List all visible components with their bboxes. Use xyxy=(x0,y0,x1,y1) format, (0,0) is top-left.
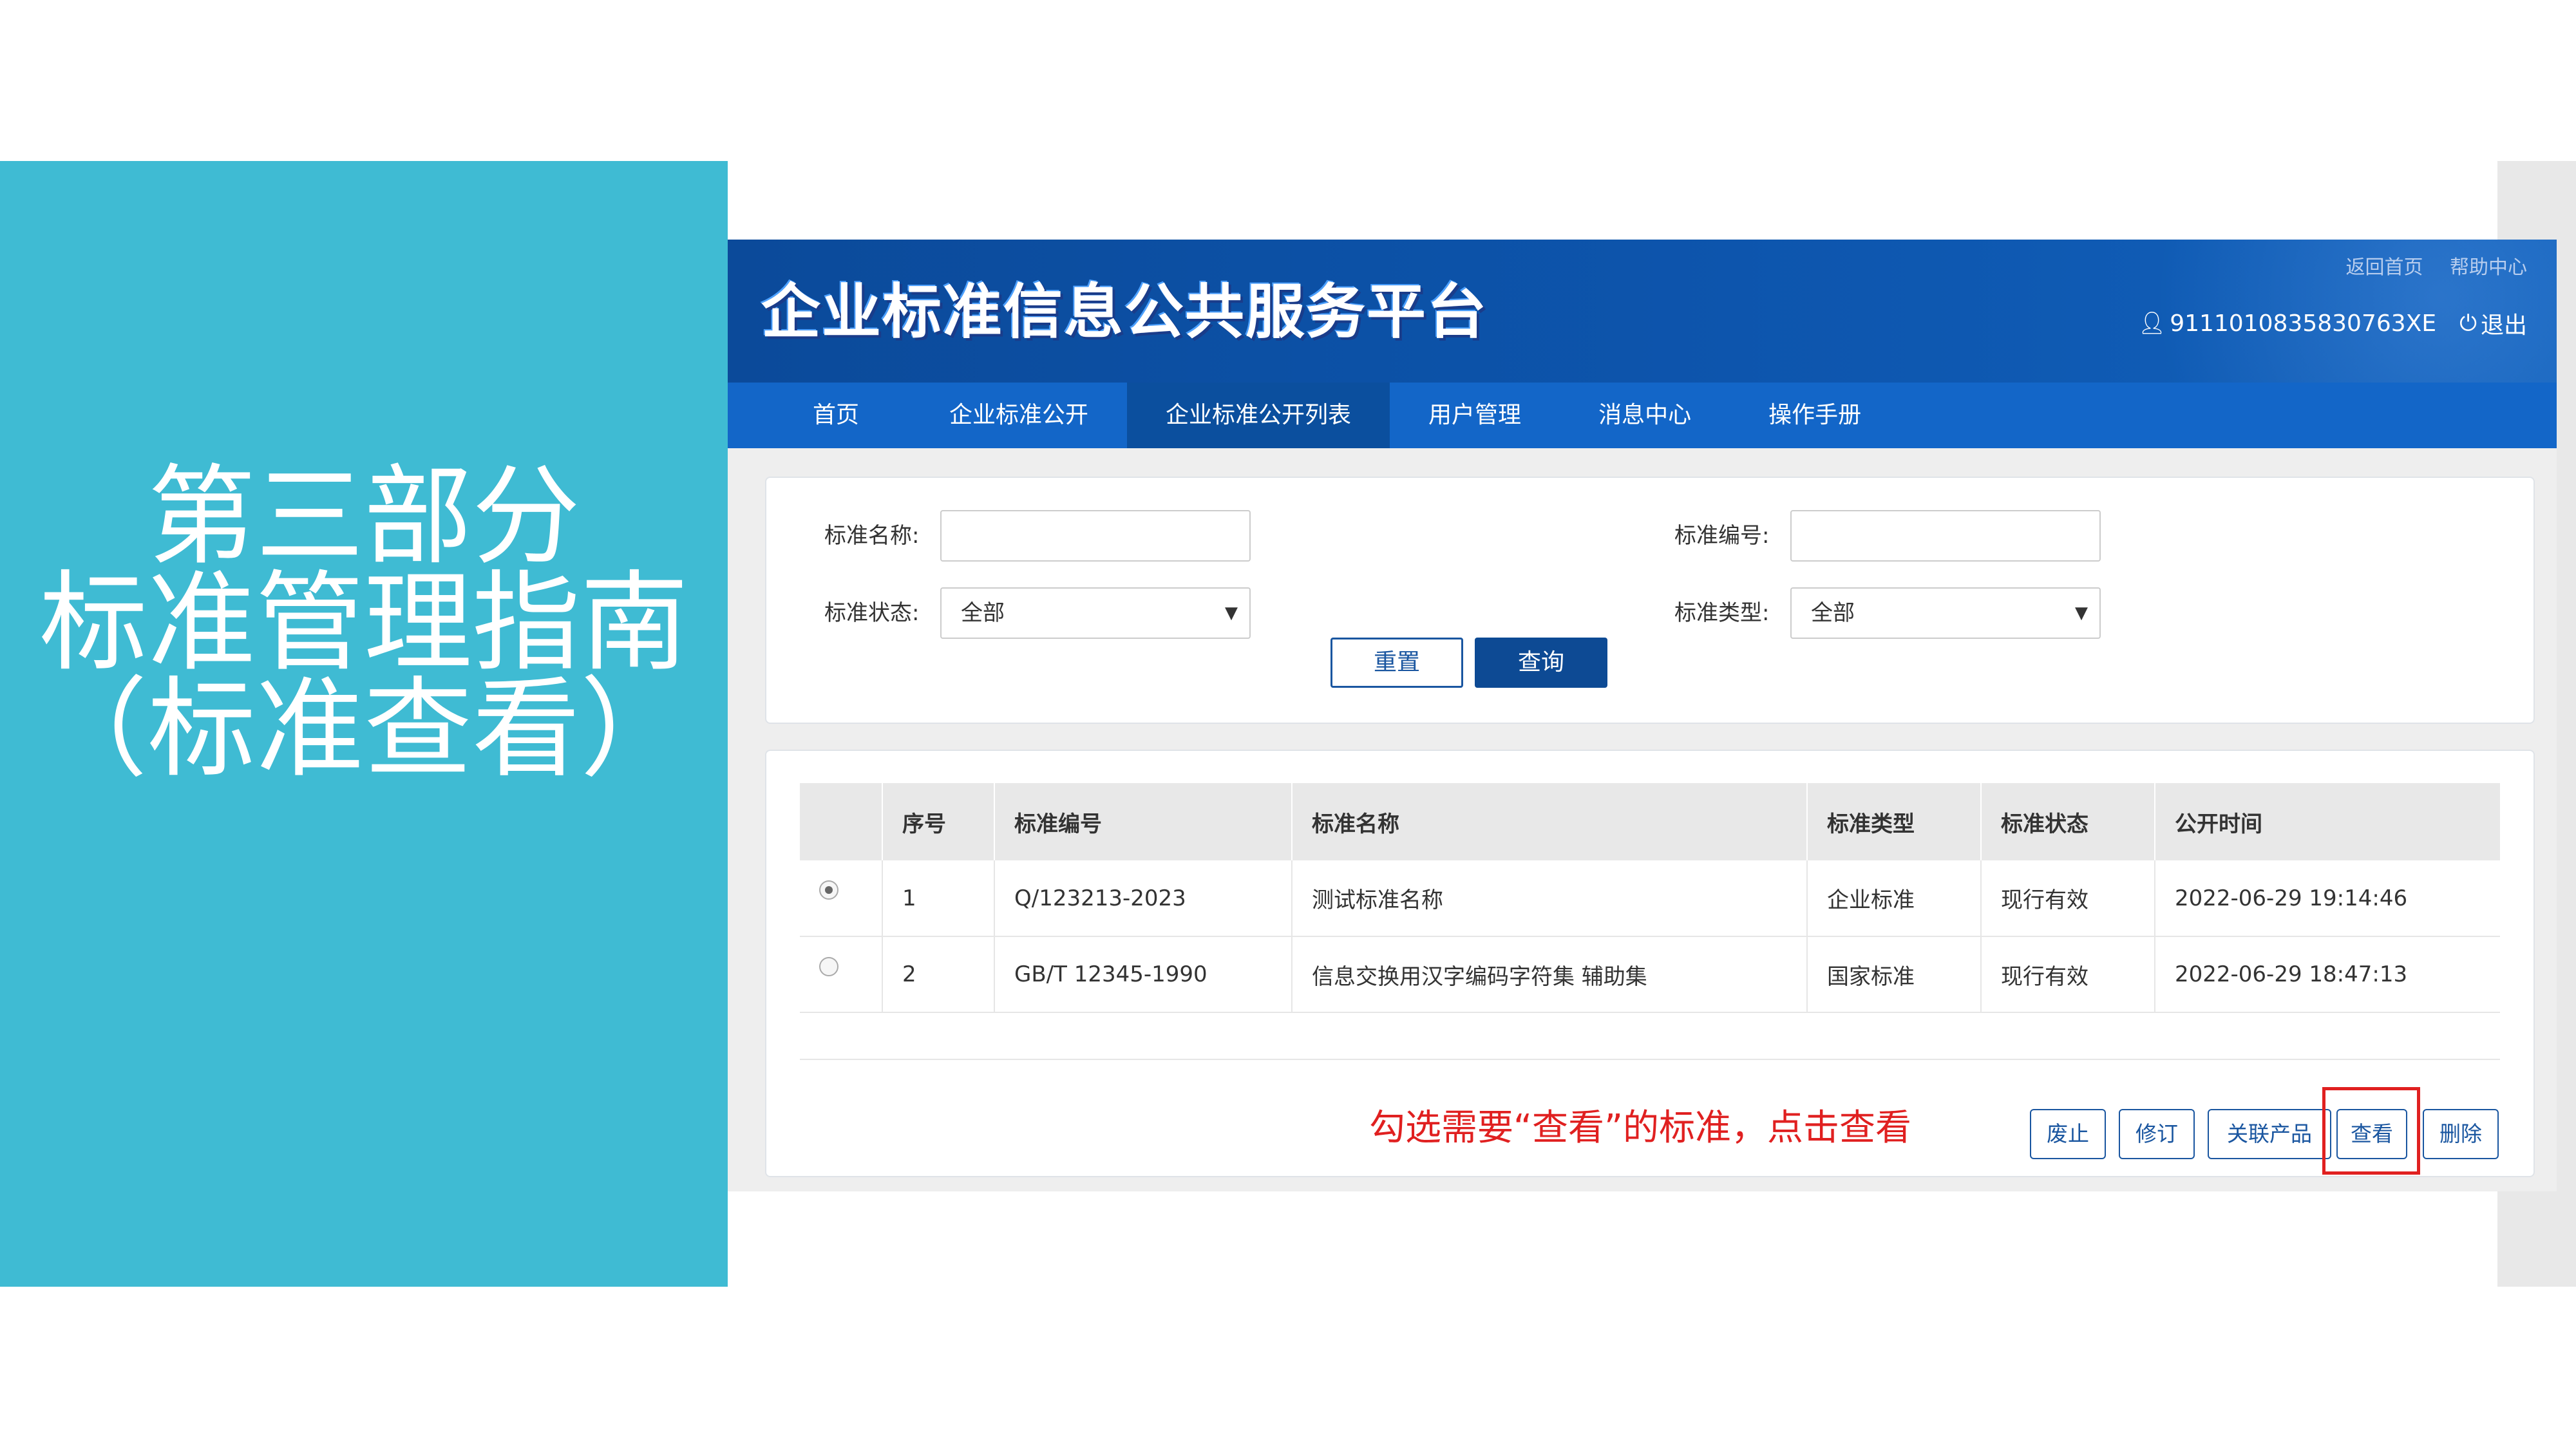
nav-home[interactable]: 首页 xyxy=(728,383,911,448)
result-panel: 序号 标准编号 标准名称 标准类型 标准状态 公开时间 1 Q/123213-2… xyxy=(765,750,2535,1177)
table-header-type: 标准类型 xyxy=(1807,783,1982,860)
instruction-text: 勾选需要“查看”的标准，点击查看 xyxy=(1369,1107,1912,1149)
home-link[interactable]: 返回首页 xyxy=(2345,256,2423,279)
slide-title-line-3: （标准查看） xyxy=(39,666,688,792)
standard-status-select[interactable]: 全部 ▼ xyxy=(940,587,1251,639)
row-type: 企业标准 xyxy=(1807,860,1982,937)
table-row[interactable]: 1 Q/123213-2023 测试标准名称 企业标准 现行有效 2022-06… xyxy=(800,860,2500,937)
chevron-down-icon: ▼ xyxy=(2075,603,2088,623)
user-id: 9111010835830763XE xyxy=(2170,310,2437,337)
table-header-name: 标准名称 xyxy=(1292,783,1808,860)
nav-disclosure-list[interactable]: 企业标准公开列表 xyxy=(1127,383,1390,448)
nav-message-center[interactable]: 消息中心 xyxy=(1560,383,1730,448)
user-info: 👤︎ 9111010835830763XE ⏻ 退出 xyxy=(2138,307,2527,340)
nav-user-management[interactable]: 用户管理 xyxy=(1390,383,1560,448)
nav-manual[interactable]: 操作手册 xyxy=(1730,383,1900,448)
row-code: GB/T 12345-1990 xyxy=(994,936,1293,1013)
row-index: 1 xyxy=(882,860,995,937)
row-index: 2 xyxy=(882,936,995,1013)
row-status: 现行有效 xyxy=(1981,936,2155,1013)
table-header-index: 序号 xyxy=(882,783,995,860)
row-name: 信息交换用汉字编码字符集 辅助集 xyxy=(1292,936,1808,1013)
chevron-down-icon: ▼ xyxy=(1225,603,1238,623)
row-code: Q/123213-2023 xyxy=(994,860,1293,937)
row-status: 现行有效 xyxy=(1981,860,2155,937)
standard-name-label: 标准名称: xyxy=(824,523,920,549)
related-products-button[interactable]: 关联产品 xyxy=(2208,1109,2331,1159)
standard-type-label: 标准类型: xyxy=(1674,600,1770,626)
view-button-highlight xyxy=(2322,1087,2420,1175)
help-link[interactable]: 帮助中心 xyxy=(2450,256,2527,279)
row-time: 2022-06-29 19:14:46 xyxy=(2155,860,2500,937)
main-nav: 首页 企业标准公开 企业标准公开列表 用户管理 消息中心 操作手册 xyxy=(728,383,2557,448)
slide-title-line-2: 标准管理指南 xyxy=(39,560,688,686)
delete-button[interactable]: 删除 xyxy=(2423,1109,2499,1159)
abolish-button[interactable]: 废止 xyxy=(2030,1109,2106,1159)
app-header: 企业标准信息公共服务平台 返回首页 帮助中心 👤︎ 91110108358307… xyxy=(728,240,2557,383)
query-button[interactable]: 查询 xyxy=(1475,638,1607,688)
power-icon: ⏻ xyxy=(2459,310,2477,336)
actions-divider xyxy=(800,1059,2500,1060)
search-panel: 标准名称: 标准编号: 标准状态: 全部 ▼ 标准类型: 全部 ▼ 重置 查询 xyxy=(765,477,2535,724)
slide-title: 第三部分 标准管理指南 （标准查看） xyxy=(0,453,728,792)
row-type: 国家标准 xyxy=(1807,936,1982,1013)
user-icon: 👤︎ xyxy=(2138,310,2166,336)
logout-link[interactable]: 退出 xyxy=(2481,307,2527,340)
app-screenshot: 企业标准信息公共服务平台 返回首页 帮助中心 👤︎ 91110108358307… xyxy=(728,240,2557,1191)
standards-table: 序号 标准编号 标准名称 标准类型 标准状态 公开时间 1 Q/123213-2… xyxy=(800,783,2500,1013)
nav-enterprise-standard-disclosure[interactable]: 企业标准公开 xyxy=(911,383,1127,448)
table-row[interactable]: 2 GB/T 12345-1990 信息交换用汉字编码字符集 辅助集 国家标准 … xyxy=(800,936,2500,1013)
standard-name-input[interactable] xyxy=(940,510,1251,562)
header-top-links: 返回首页 帮助中心 xyxy=(2325,251,2527,279)
standard-status-label: 标准状态: xyxy=(824,600,920,626)
table-header-code: 标准编号 xyxy=(994,783,1293,860)
row-name: 测试标准名称 xyxy=(1292,860,1808,937)
table-header-time: 公开时间 xyxy=(2155,783,2500,860)
standard-status-value: 全部 xyxy=(961,600,1005,626)
platform-logo[interactable]: 企业标准信息公共服务平台 xyxy=(761,264,1488,350)
standard-type-select[interactable]: 全部 ▼ xyxy=(1790,587,2101,639)
table-header-status: 标准状态 xyxy=(1981,783,2155,860)
reset-button[interactable]: 重置 xyxy=(1331,638,1463,688)
slide-title-line-1: 第三部分 xyxy=(147,453,580,580)
revise-button[interactable]: 修订 xyxy=(2119,1109,2195,1159)
row-radio[interactable] xyxy=(819,880,838,900)
standard-number-input[interactable] xyxy=(1790,510,2101,562)
standard-type-value: 全部 xyxy=(1811,600,1855,626)
table-header-row: 序号 标准编号 标准名称 标准类型 标准状态 公开时间 xyxy=(800,783,2500,860)
slide-title-panel: 第三部分 标准管理指南 （标准查看） xyxy=(0,161,728,1287)
standard-number-label: 标准编号: xyxy=(1674,523,1770,549)
row-radio[interactable] xyxy=(819,956,838,976)
table-header-select xyxy=(800,783,883,860)
row-time: 2022-06-29 18:47:13 xyxy=(2155,936,2500,1013)
